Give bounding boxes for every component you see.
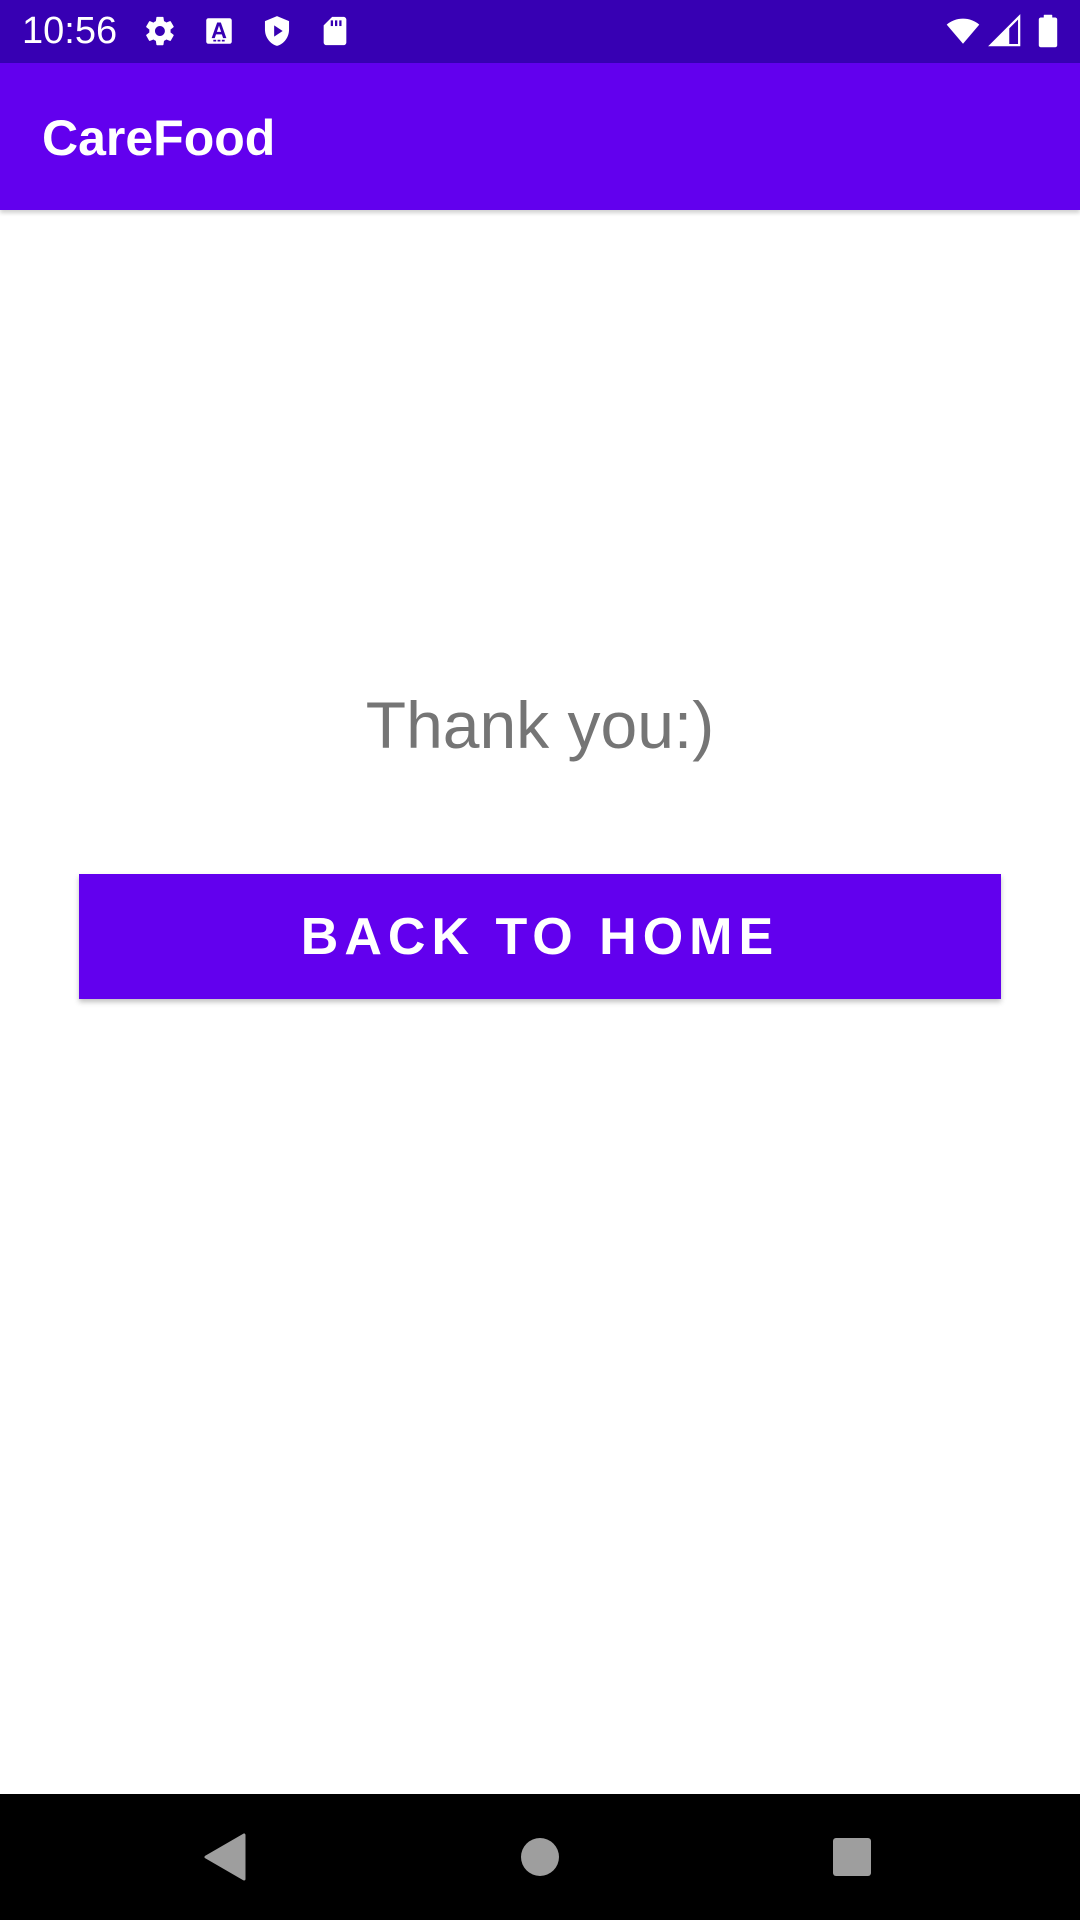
battery-icon [1036,14,1060,48]
app-bar: CareFood [0,63,1080,210]
sd-card-icon [318,14,352,48]
wifi-icon [944,14,982,48]
home-icon[interactable] [510,1827,570,1887]
play-protect-icon [260,14,294,48]
back-icon[interactable] [196,1827,256,1887]
recents-icon[interactable] [822,1827,882,1887]
thank-you-message: Thank you:) [365,688,715,762]
cell-signal-icon [988,14,1022,48]
status-time: 10:56 [22,10,118,52]
back-to-home-button[interactable]: BACK TO HOME [79,874,1001,999]
font-a-icon [202,14,236,48]
app-title: CareFood [42,110,276,166]
status-bar: 10:56 [0,0,1080,63]
gear-icon [143,14,177,48]
navigation-bar [0,1794,1080,1920]
